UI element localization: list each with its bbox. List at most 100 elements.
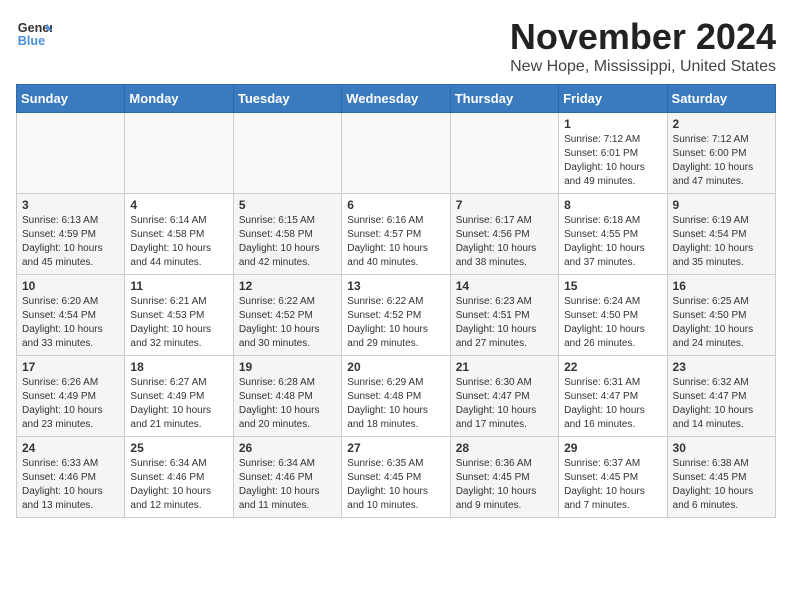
day-info: Sunrise: 6:28 AMSunset: 4:48 PMDaylight:…	[239, 376, 336, 432]
weekday-header-row: SundayMondayTuesdayWednesdayThursdayFrid…	[17, 85, 776, 113]
day-number: 11	[130, 279, 227, 293]
calendar-cell: 11 Sunrise: 6:21 AMSunset: 4:53 PMDayligh…	[125, 275, 233, 356]
day-info: Sunrise: 6:26 AMSunset: 4:49 PMDaylight:…	[22, 376, 119, 432]
weekday-header: Friday	[559, 85, 667, 113]
day-info: Sunrise: 6:22 AMSunset: 4:52 PMDaylight:…	[347, 295, 444, 351]
calendar-cell: 3Sunrise: 6:13 AMSunset: 4:59 PMDaylight…	[17, 194, 125, 275]
day-info: Sunrise: 6:31 AMSunset: 4:47 PMDaylight:…	[564, 376, 661, 432]
weekday-header: Monday	[125, 85, 233, 113]
calendar-cell: 29Sunrise: 6:37 AMSunset: 4:45 PMDayligh…	[559, 437, 667, 518]
calendar-cell: 15Sunrise: 6:24 AMSunset: 4:50 PMDayligh…	[559, 275, 667, 356]
calendar-cell: 19Sunrise: 6:28 AMSunset: 4:48 PMDayligh…	[233, 356, 341, 437]
day-number: 14	[456, 279, 553, 293]
calendar-cell: 24 Sunrise: 6:33 AMSunset: 4:46 PMDayligh…	[17, 437, 125, 518]
day-info: Sunrise: 6:27 AMSunset: 4:49 PMDaylight:…	[130, 376, 227, 432]
calendar-week-row: 1 Sunrise: 7:12 AMSunset: 6:01 PMDaylight…	[17, 113, 776, 194]
calendar-cell	[342, 113, 450, 194]
logo-icon: General Blue	[16, 16, 52, 52]
calendar-cell: 22 Sunrise: 6:31 AMSunset: 4:47 PMDayligh…	[559, 356, 667, 437]
day-number: 10	[22, 279, 119, 293]
day-info: Sunrise: 6:18 AMSunset: 4:55 PMDaylight:…	[564, 214, 661, 270]
day-info: Sunrise: 6:34 AMSunset: 4:46 PMDaylight:…	[130, 457, 227, 513]
calendar-cell: 12Sunrise: 6:22 AMSunset: 4:52 PMDayligh…	[233, 275, 341, 356]
day-number: 25	[130, 441, 227, 455]
weekday-header: Wednesday	[342, 85, 450, 113]
calendar-cell	[17, 113, 125, 194]
day-info: Sunrise: 6:16 AMSunset: 4:57 PMDaylight:…	[347, 214, 444, 270]
day-info: Sunrise: 6:20 AMSunset: 4:54 PMDaylight:…	[22, 295, 119, 351]
day-number: 2	[673, 117, 770, 131]
day-number: 20	[347, 360, 444, 374]
calendar-cell: 9 Sunrise: 6:19 AMSunset: 4:54 PMDaylight…	[667, 194, 775, 275]
day-number: 17	[22, 360, 119, 374]
calendar-cell: 16Sunrise: 6:25 AMSunset: 4:50 PMDayligh…	[667, 275, 775, 356]
day-info: Sunrise: 6:32 AMSunset: 4:47 PMDaylight:…	[673, 376, 770, 432]
calendar-week-row: 17 Sunrise: 6:26 AMSunset: 4:49 PMDayligh…	[17, 356, 776, 437]
calendar-cell	[450, 113, 558, 194]
calendar-cell: 5 Sunrise: 6:15 AMSunset: 4:58 PMDaylight…	[233, 194, 341, 275]
weekday-header: Tuesday	[233, 85, 341, 113]
day-number: 22	[564, 360, 661, 374]
calendar-cell: 8 Sunrise: 6:18 AMSunset: 4:55 PMDaylight…	[559, 194, 667, 275]
day-info: Sunrise: 6:21 AMSunset: 4:53 PMDaylight:…	[130, 295, 227, 351]
day-number: 13	[347, 279, 444, 293]
calendar-cell: 26 Sunrise: 6:34 AMSunset: 4:46 PMDayligh…	[233, 437, 341, 518]
calendar-cell: 4 Sunrise: 6:14 AMSunset: 4:58 PMDaylight…	[125, 194, 233, 275]
day-number: 5	[239, 198, 336, 212]
title-area: November 2024 New Hope, Mississippi, Uni…	[510, 16, 776, 76]
day-number: 8	[564, 198, 661, 212]
day-info: Sunrise: 6:23 AMSunset: 4:51 PMDaylight:…	[456, 295, 553, 351]
calendar-cell: 6 Sunrise: 6:16 AMSunset: 4:57 PMDaylight…	[342, 194, 450, 275]
day-info: Sunrise: 6:33 AMSunset: 4:46 PMDaylight:…	[22, 457, 119, 513]
calendar-cell: 13 Sunrise: 6:22 AMSunset: 4:52 PMDayligh…	[342, 275, 450, 356]
location-title: New Hope, Mississippi, United States	[510, 58, 776, 76]
calendar-week-row: 10 Sunrise: 6:20 AMSunset: 4:54 PMDayligh…	[17, 275, 776, 356]
svg-text:Blue: Blue	[18, 34, 45, 48]
day-info: Sunrise: 6:22 AMSunset: 4:52 PMDaylight:…	[239, 295, 336, 351]
calendar-week-row: 3Sunrise: 6:13 AMSunset: 4:59 PMDaylight…	[17, 194, 776, 275]
month-title: November 2024	[510, 16, 776, 58]
day-number: 24	[22, 441, 119, 455]
day-number: 26	[239, 441, 336, 455]
calendar-cell: 21 Sunrise: 6:30 AMSunset: 4:47 PMDayligh…	[450, 356, 558, 437]
weekday-header: Sunday	[17, 85, 125, 113]
calendar-cell: 17 Sunrise: 6:26 AMSunset: 4:49 PMDayligh…	[17, 356, 125, 437]
day-info: Sunrise: 6:19 AMSunset: 4:54 PMDaylight:…	[673, 214, 770, 270]
day-number: 9	[673, 198, 770, 212]
day-info: Sunrise: 6:30 AMSunset: 4:47 PMDaylight:…	[456, 376, 553, 432]
calendar-cell	[125, 113, 233, 194]
calendar-cell: 23Sunrise: 6:32 AMSunset: 4:47 PMDayligh…	[667, 356, 775, 437]
calendar-week-row: 24 Sunrise: 6:33 AMSunset: 4:46 PMDayligh…	[17, 437, 776, 518]
calendar-cell: 27Sunrise: 6:35 AMSunset: 4:45 PMDayligh…	[342, 437, 450, 518]
day-info: Sunrise: 6:34 AMSunset: 4:46 PMDaylight:…	[239, 457, 336, 513]
calendar-cell: 30Sunrise: 6:38 AMSunset: 4:45 PMDayligh…	[667, 437, 775, 518]
day-info: Sunrise: 6:13 AMSunset: 4:59 PMDaylight:…	[22, 214, 119, 270]
day-info: Sunrise: 6:17 AMSunset: 4:56 PMDaylight:…	[456, 214, 553, 270]
day-number: 27	[347, 441, 444, 455]
day-number: 28	[456, 441, 553, 455]
day-number: 16	[673, 279, 770, 293]
day-number: 15	[564, 279, 661, 293]
day-number: 1	[564, 117, 661, 131]
day-info: Sunrise: 6:15 AMSunset: 4:58 PMDaylight:…	[239, 214, 336, 270]
calendar: SundayMondayTuesdayWednesdayThursdayFrid…	[16, 84, 776, 518]
day-number: 4	[130, 198, 227, 212]
day-number: 7	[456, 198, 553, 212]
day-info: Sunrise: 7:12 AMSunset: 6:00 PMDaylight:…	[673, 133, 770, 189]
weekday-header: Saturday	[667, 85, 775, 113]
calendar-cell: 18 Sunrise: 6:27 AMSunset: 4:49 PMDayligh…	[125, 356, 233, 437]
calendar-cell: 2 Sunrise: 7:12 AMSunset: 6:00 PMDaylight…	[667, 113, 775, 194]
logo: General Blue	[16, 16, 52, 52]
day-info: Sunrise: 6:29 AMSunset: 4:48 PMDaylight:…	[347, 376, 444, 432]
header: General Blue November 2024 New Hope, Mis…	[16, 16, 776, 76]
day-info: Sunrise: 7:12 AMSunset: 6:01 PMDaylight:…	[564, 133, 661, 189]
calendar-cell: 20 Sunrise: 6:29 AMSunset: 4:48 PMDayligh…	[342, 356, 450, 437]
day-number: 21	[456, 360, 553, 374]
day-info: Sunrise: 6:36 AMSunset: 4:45 PMDaylight:…	[456, 457, 553, 513]
day-info: Sunrise: 6:14 AMSunset: 4:58 PMDaylight:…	[130, 214, 227, 270]
day-number: 18	[130, 360, 227, 374]
calendar-cell: 25 Sunrise: 6:34 AMSunset: 4:46 PMDayligh…	[125, 437, 233, 518]
weekday-header: Thursday	[450, 85, 558, 113]
day-number: 30	[673, 441, 770, 455]
day-number: 6	[347, 198, 444, 212]
